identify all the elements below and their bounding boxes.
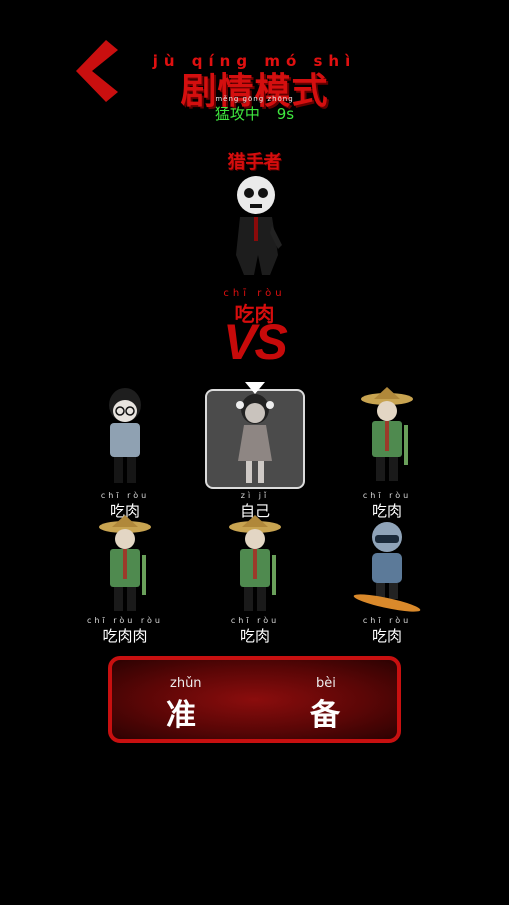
player-avatar bbox=[353, 522, 421, 612]
player-slot-4[interactable] bbox=[70, 515, 180, 615]
player-avatar bbox=[229, 515, 281, 611]
hunter-character bbox=[222, 175, 292, 285]
attack-status: 猛攻中 9s bbox=[0, 103, 509, 124]
player-slot-2[interactable] bbox=[200, 389, 310, 489]
player-6-pinyin: chī ròu bbox=[362, 616, 412, 625]
status-pinyin: měng gōng zhōng bbox=[215, 95, 294, 103]
player-5-name: 吃肉 bbox=[239, 627, 270, 645]
player-4-pinyin: chī ròu ròu bbox=[87, 616, 163, 625]
ready-right-char: 备 bbox=[310, 698, 340, 733]
ready-right-pinyin: bèi bbox=[316, 676, 336, 691]
player-1-pinyin: chī ròu bbox=[100, 491, 150, 500]
player-6-name: 吃肉 bbox=[371, 627, 402, 645]
player-slot-6[interactable] bbox=[332, 515, 442, 615]
status-label: 猛攻中 bbox=[214, 105, 260, 123]
player-slot-5[interactable] bbox=[200, 515, 310, 615]
ready-left-pinyin: zhǔn bbox=[170, 676, 202, 691]
player-3-pinyin: chī ròu bbox=[362, 491, 412, 500]
vs-label: VS bbox=[223, 314, 288, 370]
player-avatar bbox=[361, 387, 413, 481]
ready-button[interactable]: zhǔn 准 bèi 备 bbox=[108, 656, 401, 743]
ready-left-char: 准 bbox=[166, 698, 196, 733]
hunter-role-label: 猎手者 bbox=[227, 152, 282, 173]
player-avatar bbox=[109, 388, 141, 483]
player-avatar bbox=[236, 394, 274, 483]
player-4-name: 吃肉肉 bbox=[102, 627, 148, 645]
player-slot-1[interactable] bbox=[70, 385, 180, 485]
player-5-pinyin: chī ròu bbox=[230, 616, 280, 625]
player-slot-3[interactable] bbox=[332, 385, 442, 485]
countdown-timer: 9s bbox=[276, 105, 295, 123]
player-avatar bbox=[99, 515, 151, 611]
player-2-pinyin: zì jǐ bbox=[240, 491, 270, 500]
